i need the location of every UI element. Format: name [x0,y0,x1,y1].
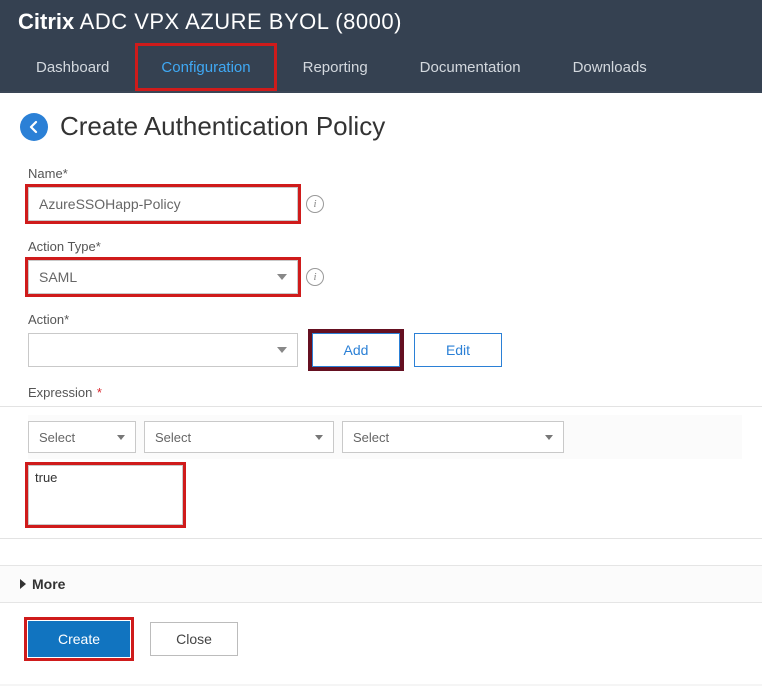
action-type-label: Action Type* [28,239,742,254]
page-title: Create Authentication Policy [60,111,385,142]
brand-rest: ADC VPX AZURE BYOL (8000) [74,9,402,34]
brand-bold: Citrix [18,9,74,34]
expr-select-1-label: Select [39,430,75,445]
page-body: Create Authentication Policy Name* i Act… [0,93,762,684]
arrow-left-icon [27,120,41,134]
action-select[interactable] [28,333,298,367]
nav-configuration[interactable]: Configuration [135,43,276,91]
expression-section: Select Select Select [0,406,762,539]
expr-select-2[interactable]: Select [144,421,334,453]
chevron-down-icon [117,435,125,440]
expression-label: Expression * [28,385,742,400]
info-icon[interactable]: i [306,268,324,286]
main-nav: Dashboard Configuration Reporting Docume… [0,43,762,93]
chevron-down-icon [277,347,287,353]
footer-buttons: Create Close [20,603,742,675]
nav-documentation[interactable]: Documentation [394,43,547,91]
edit-button[interactable]: Edit [414,333,502,367]
action-row: Action* Add Edit [28,312,742,367]
expr-select-2-label: Select [155,430,191,445]
nav-dashboard[interactable]: Dashboard [10,43,135,91]
nav-downloads[interactable]: Downloads [547,43,673,91]
create-highlight: Create [24,617,134,661]
expr-select-1[interactable]: Select [28,421,136,453]
name-input[interactable] [28,187,298,221]
action-type-value: SAML [39,269,77,285]
info-icon[interactable]: i [306,195,324,213]
chevron-down-icon [277,274,287,280]
more-toggle[interactable]: More [0,565,762,603]
chevron-down-icon [315,435,323,440]
expr-select-3[interactable]: Select [342,421,564,453]
create-button[interactable]: Create [28,621,130,657]
name-label: Name* [28,166,742,181]
brand-title: Citrix ADC VPX AZURE BYOL (8000) [18,9,402,35]
app-header: Citrix ADC VPX AZURE BYOL (8000) [0,0,762,43]
expr-select-3-label: Select [353,430,389,445]
action-label: Action* [28,312,742,327]
chevron-down-icon [545,435,553,440]
name-row: Name* i [28,166,742,221]
close-button[interactable]: Close [150,622,238,656]
add-button[interactable]: Add [312,333,400,367]
action-type-select[interactable]: SAML [28,260,298,294]
page-header: Create Authentication Policy [20,111,742,142]
form: Name* i Action Type* SAML i Action* [20,166,742,400]
more-label: More [32,576,65,592]
expression-textarea[interactable] [28,465,183,525]
expression-label-row: Expression * [28,385,742,400]
back-button[interactable] [20,113,48,141]
caret-right-icon [20,579,26,589]
action-type-row: Action Type* SAML i [28,239,742,294]
nav-reporting[interactable]: Reporting [277,43,394,91]
expression-select-row: Select Select Select [28,415,742,459]
